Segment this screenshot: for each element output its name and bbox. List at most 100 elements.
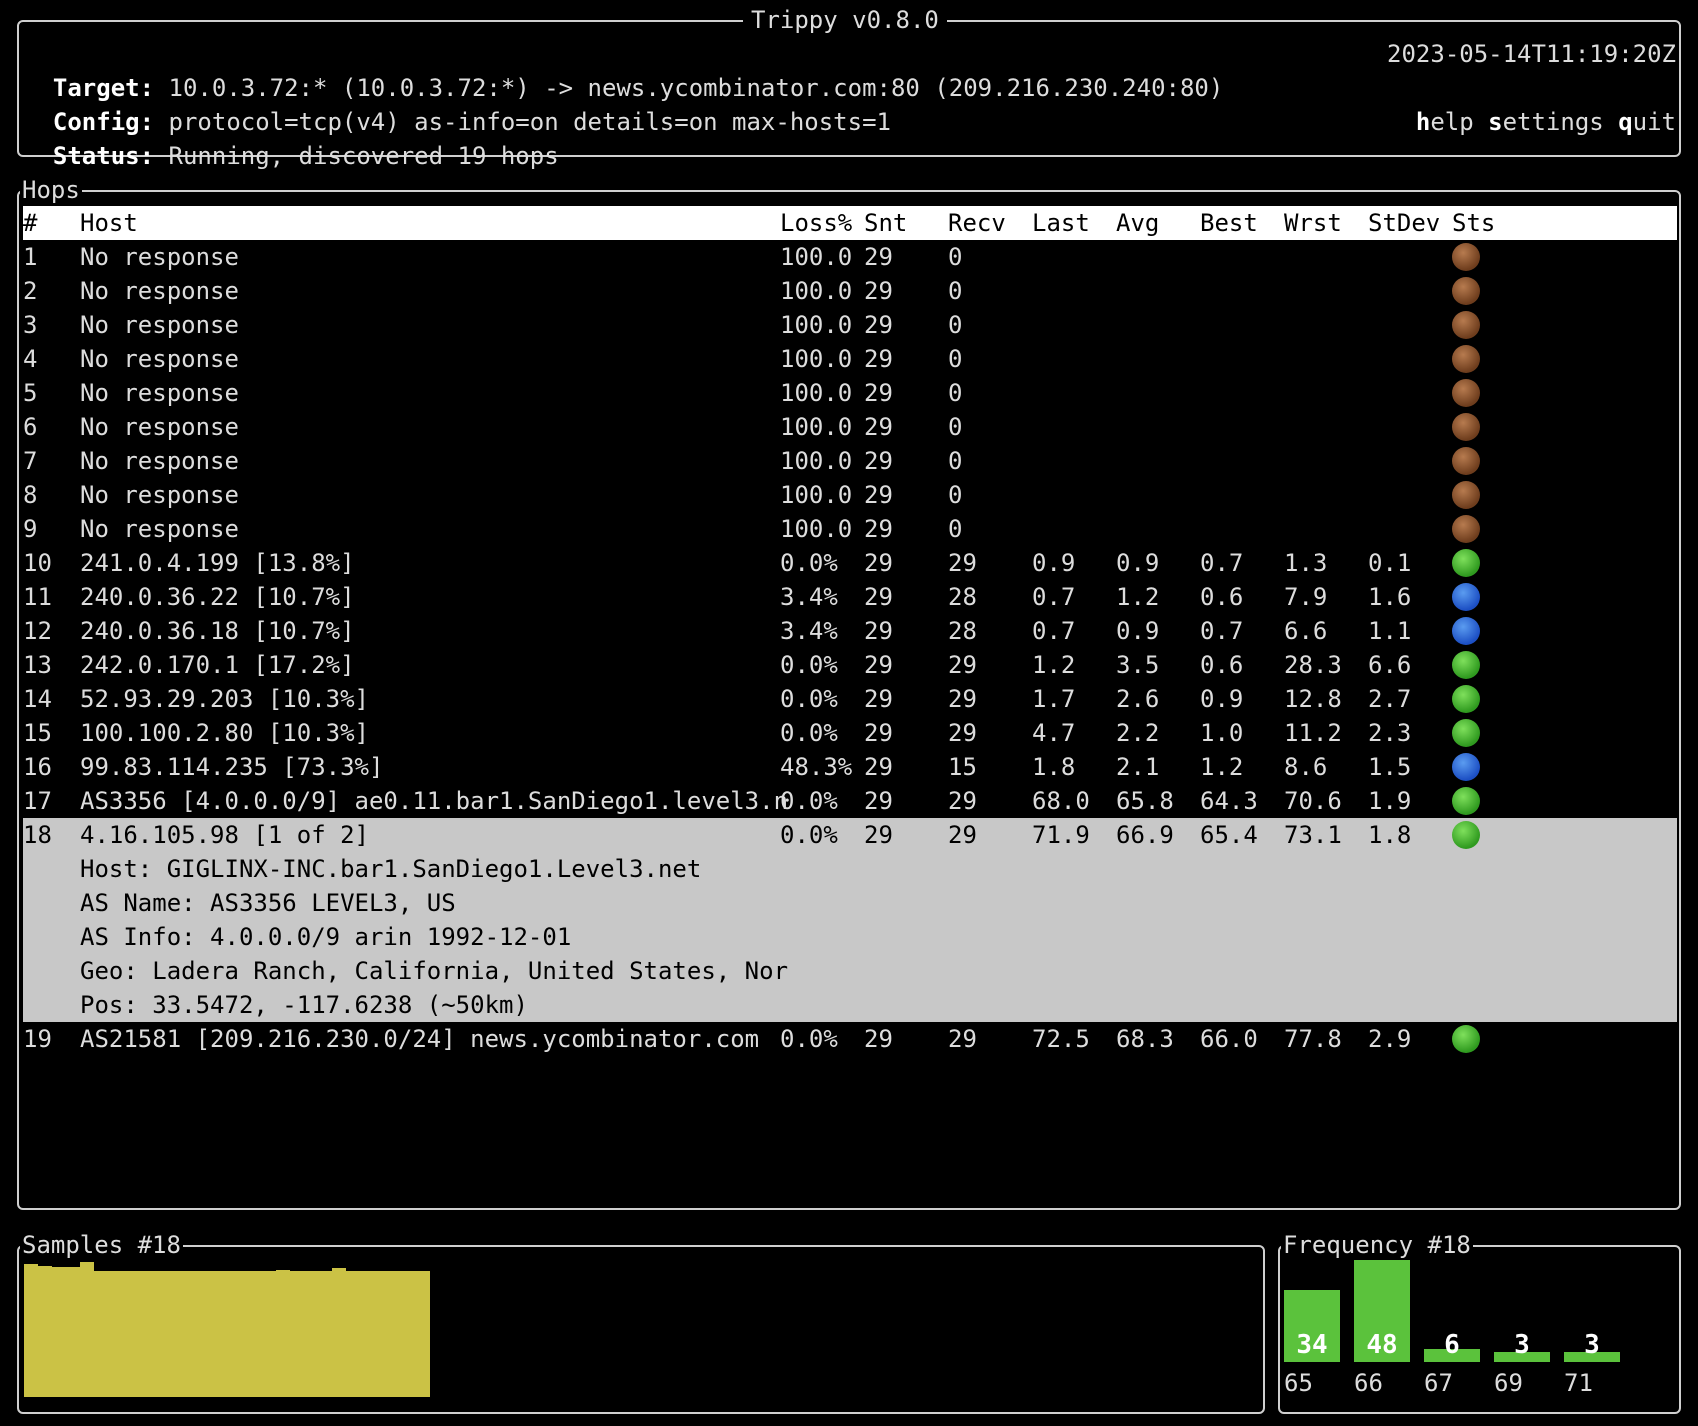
sample-bar: [150, 1271, 164, 1397]
cell-loss: 48.3%: [780, 753, 853, 781]
cell-recv: 29: [948, 651, 977, 679]
cell-best: 65.4: [1200, 821, 1258, 849]
cell-host: AS21581 [209.216.230.0/24] news.ycombina…: [80, 1025, 760, 1053]
status-brown-icon: [1452, 345, 1480, 373]
table-row[interactable]: 16 99.83.114.235 [73.3%] 48.3% 29 15 1.8 2.1 1.…: [23, 750, 1677, 784]
cell-host: 242.0.170.1 [17.2%]: [80, 651, 355, 679]
cell-best: 66.0: [1200, 1025, 1258, 1053]
table-row[interactable]: 14 52.93.29.203 [10.3%] 0.0% 29 29 1.7 2.6 0.9 1…: [23, 682, 1677, 716]
frequency-category-label: 69: [1494, 1369, 1523, 1397]
cell-snt: 29: [864, 685, 893, 713]
table-row[interactable]: 12 240.0.36.18 [10.7%] 3.4% 29 28 0.7 0.9 0.7 6.…: [23, 614, 1677, 648]
cell-best: 1.0: [1200, 719, 1244, 747]
status-blue-icon: [1452, 753, 1480, 781]
sample-bar: [38, 1266, 52, 1397]
table-row[interactable]: 10 241.0.4.199 [13.8%] 0.0% 29 29 0.9 0.9 0.7 1.…: [23, 546, 1677, 580]
column-header-n: #: [23, 209, 38, 237]
column-header-wrst: Wrst: [1284, 209, 1342, 237]
frequency-value-label: 34: [1296, 1330, 1328, 1360]
cell-host: No response: [80, 481, 239, 509]
table-row[interactable]: 9 No response 100.0 29 0: [23, 512, 1677, 546]
hop-detail-line: Host: GIGLINX-INC.bar1.SanDiego1.Level3.…: [80, 855, 702, 883]
status-green-icon: [1452, 549, 1480, 577]
cell-n: 14: [23, 685, 52, 713]
table-row-selected[interactable]: 18 4.16.105.98 [1 of 2] 0.0% 29 29 71.9 66.9 65…: [23, 818, 1677, 1022]
cell-loss: 0.0%: [780, 549, 838, 577]
hop-detail-line: AS Info: 4.0.0.0/9 arin 1992-12-01: [80, 923, 572, 951]
table-row[interactable]: 1 No response 100.0 29 0: [23, 240, 1677, 274]
cell-avg: 2.2: [1116, 719, 1160, 747]
cell-host: No response: [80, 345, 239, 373]
column-header-loss: Loss%: [780, 209, 853, 237]
cell-loss: 3.4%: [780, 583, 838, 611]
cell-n: 1: [23, 243, 38, 271]
cell-wrst: 11.2: [1284, 719, 1342, 747]
cell-snt: 29: [864, 243, 893, 271]
cell-last: 71.9: [1032, 821, 1090, 849]
cell-last: 0.7: [1032, 583, 1076, 611]
cell-host: 52.93.29.203 [10.3%]: [80, 685, 369, 713]
sample-bar: [402, 1271, 416, 1397]
column-header-recv: Recv: [948, 209, 1006, 237]
cell-recv: 29: [948, 1025, 977, 1053]
cell-snt: 29: [864, 549, 893, 577]
column-header-host: Host: [80, 209, 138, 237]
cell-loss: 0.0%: [780, 821, 838, 849]
cell-snt: 29: [864, 787, 893, 815]
help-menu-item[interactable]: help: [1416, 108, 1474, 136]
cell-loss: 100.0: [780, 413, 853, 441]
sample-bar: [416, 1271, 430, 1397]
table-row[interactable]: 19 AS21581 [209.216.230.0/24] news.ycombi…: [23, 1022, 1677, 1056]
sample-bar: [122, 1271, 136, 1397]
sample-bar: [52, 1267, 66, 1397]
table-row[interactable]: 17 AS3356 [4.0.0.0/9] ae0.11.bar1.SanDieg…: [23, 784, 1677, 818]
table-row[interactable]: 3 No response 100.0 29 0: [23, 308, 1677, 342]
status-label: Status:: [52, 142, 155, 170]
cell-stdev: 0.1: [1368, 549, 1412, 577]
cell-snt: 29: [864, 617, 893, 645]
sample-bar: [276, 1270, 290, 1397]
cell-n: 7: [23, 447, 38, 475]
cell-stdev: 2.7: [1368, 685, 1412, 713]
sample-bar: [24, 1264, 38, 1397]
cell-wrst: 70.6: [1284, 787, 1342, 815]
table-row[interactable]: 4 No response 100.0 29 0: [23, 342, 1677, 376]
cell-recv: 0: [948, 277, 963, 305]
cell-n: 17: [23, 787, 52, 815]
table-row[interactable]: 8 No response 100.0 29 0: [23, 478, 1677, 512]
cell-n: 6: [23, 413, 38, 441]
cell-n: 13: [23, 651, 52, 679]
sample-bar: [234, 1271, 248, 1397]
cell-recv: 0: [948, 447, 963, 475]
sample-bar: [332, 1268, 346, 1397]
cell-snt: 29: [864, 719, 893, 747]
settings-menu-item[interactable]: settings: [1488, 108, 1604, 136]
table-row[interactable]: 11 240.0.36.22 [10.7%] 3.4% 29 28 0.7 1.2 0.6 7.…: [23, 580, 1677, 614]
quit-menu-item[interactable]: quit: [1618, 108, 1676, 136]
cell-avg: 2.6: [1116, 685, 1160, 713]
table-row[interactable]: 2 No response 100.0 29 0: [23, 274, 1677, 308]
cell-avg: 68.3: [1116, 1025, 1174, 1053]
sample-bar: [388, 1271, 402, 1397]
cell-wrst: 1.3: [1284, 549, 1328, 577]
cell-loss: 0.0%: [780, 651, 838, 679]
column-header-sts: Sts: [1452, 209, 1496, 237]
table-row[interactable]: 7 No response 100.0 29 0: [23, 444, 1677, 478]
table-row[interactable]: 13 242.0.170.1 [17.2%] 0.0% 29 29 1.2 3.5 0.6 28…: [23, 648, 1677, 682]
cell-host: No response: [80, 447, 239, 475]
cell-host: AS3356 [4.0.0.0/9] ae0.11.bar1.SanDiego1…: [80, 787, 789, 815]
cell-host: 240.0.36.18 [10.7%]: [80, 617, 355, 645]
sample-bar: [290, 1271, 304, 1397]
table-row[interactable]: 5 No response 100.0 29 0: [23, 376, 1677, 410]
cell-stdev: 2.3: [1368, 719, 1412, 747]
table-row[interactable]: 6 No response 100.0 29 0: [23, 410, 1677, 444]
table-row[interactable]: 15 100.100.2.80 [10.3%] 0.0% 29 29 4.7 2.2 1.0 1…: [23, 716, 1677, 750]
cell-best: 0.7: [1200, 549, 1244, 577]
timestamp: 2023-05-14T11:19:20Z: [1387, 40, 1676, 68]
cell-loss: 3.4%: [780, 617, 838, 645]
cell-wrst: 8.6: [1284, 753, 1328, 781]
cell-recv: 0: [948, 243, 963, 271]
cell-loss: 100.0: [780, 379, 853, 407]
frequency-value-label: 3: [1514, 1330, 1530, 1360]
cell-last: 0.9: [1032, 549, 1076, 577]
